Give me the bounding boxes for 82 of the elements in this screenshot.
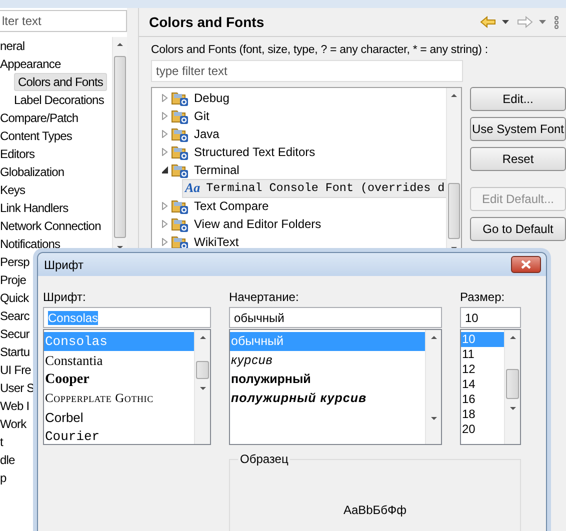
tree-item[interactable]: Debug [191, 89, 232, 107]
input-field[interactable]: обычный [229, 307, 442, 328]
tree-item[interactable]: Appearance [0, 56, 63, 72]
scrollbar[interactable] [504, 330, 520, 444]
tree-item[interactable]: Searc [0, 308, 32, 324]
tree-item[interactable]: Work [0, 416, 28, 432]
tree-item[interactable]: Text Compare [191, 197, 272, 215]
action-button[interactable]: Go to Default [470, 217, 566, 241]
tree-item[interactable]: UI Fre [0, 362, 33, 378]
folder-icon [171, 108, 188, 124]
back-arrow-icon [480, 16, 496, 28]
input-field[interactable]: 10 [460, 307, 521, 328]
folder-icon [171, 144, 188, 160]
scrollbar[interactable] [194, 330, 210, 444]
forward-arrow-icon [517, 16, 533, 28]
tree-item[interactable]: Editors [0, 146, 37, 162]
tree-item[interactable]: dle [0, 452, 17, 468]
tree-item[interactable]: Persp [0, 254, 32, 270]
list-item[interactable]: 20 [461, 422, 504, 437]
folder-icon [171, 216, 188, 232]
folder-icon [171, 162, 188, 178]
menu-icon [554, 16, 559, 28]
tree-item[interactable]: Startu [0, 344, 32, 360]
tree-item[interactable]: Notifications [0, 236, 62, 252]
list-item[interactable]: 12 [461, 362, 504, 377]
tree-item[interactable]: Compare/Patch [0, 110, 80, 126]
field-label: Шрифт: [43, 290, 87, 306]
list-item[interactable]: Cooper [44, 370, 194, 389]
tree-item[interactable]: Proje [0, 272, 28, 288]
close-icon [521, 260, 531, 269]
filter-field[interactable]: lter text [0, 10, 127, 32]
font-icon: Aa [185, 180, 200, 196]
sample-label: Образец [238, 452, 290, 466]
list-item[interactable]: Constantia [44, 351, 194, 370]
list-item[interactable]: полужирный [230, 370, 425, 389]
tree-item[interactable]: Java [191, 125, 222, 143]
list-item[interactable]: 14 [461, 377, 504, 392]
tree-item[interactable]: p [0, 470, 8, 486]
tree-item[interactable]: Secur [0, 326, 32, 342]
tree-item[interactable]: Web I [0, 398, 32, 414]
dialog-title: Шрифт [44, 258, 84, 272]
field-label: Размер: [460, 290, 506, 306]
tree-item[interactable]: WikiText [191, 233, 242, 251]
tree-item[interactable]: Aa Terminal Console Font (overrides d [182, 178, 446, 198]
field-label: Начертание: [229, 290, 300, 306]
tree-item[interactable]: Terminal [191, 161, 242, 179]
list-item[interactable]: 16 [461, 392, 504, 407]
tree-item-label: Terminal Console Font (overrides d [206, 181, 445, 195]
folder-icon [171, 90, 188, 106]
folder-icon [171, 126, 188, 142]
filter-field[interactable]: type filter text [151, 60, 463, 82]
tree-item[interactable]: Colors and Fonts [14, 73, 107, 91]
tree-item[interactable]: Globalization [0, 164, 66, 180]
action-button[interactable]: Use System Font [470, 117, 566, 141]
dropdown-caret-icon [539, 20, 546, 24]
tree-item[interactable]: Quick [0, 290, 31, 306]
list-item[interactable]: 11 [461, 347, 504, 362]
list-item[interactable]: курсив [230, 351, 425, 370]
sample-text: AaBbБбФф [343, 503, 407, 517]
dropdown-caret-icon [502, 20, 509, 24]
page-title: Colors and Fonts [149, 14, 266, 30]
list-item[interactable]: Corbel [44, 408, 194, 427]
tree-item[interactable]: View and Editor Folders [191, 215, 324, 233]
tree-item[interactable]: Git [191, 107, 212, 125]
tree-item[interactable]: Link Handlers [0, 200, 70, 216]
scrollbar[interactable] [425, 330, 441, 444]
tree-item[interactable]: Structured Text Editors [191, 143, 318, 161]
tree-item[interactable]: neral [0, 38, 27, 54]
folder-icon [171, 198, 188, 214]
list-item[interactable]: Copperplate Gothic [44, 389, 194, 408]
list-item[interactable]: 18 [461, 407, 504, 422]
action-button[interactable]: Edit... [470, 87, 566, 111]
description-text: Colors and Fonts (font, size, type, ? = any character, * = any string) : [151, 44, 489, 56]
list-item[interactable]: полужирный курсив [230, 389, 425, 408]
tree-item[interactable]: Content Types [0, 128, 74, 144]
tree-item[interactable]: Network Connection [0, 218, 103, 234]
tree-item[interactable]: Keys [0, 182, 28, 198]
action-button[interactable]: Reset [470, 147, 566, 171]
list-item[interactable]: Courier [44, 427, 194, 444]
tree-item[interactable]: t [0, 434, 5, 450]
tree-item[interactable]: Label Decorations [14, 92, 106, 108]
close-button[interactable] [511, 256, 541, 273]
